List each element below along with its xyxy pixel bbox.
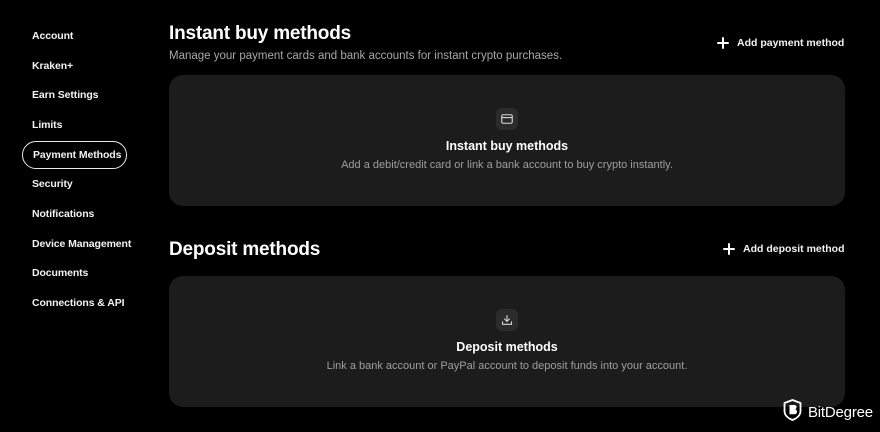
sidebar-item-connections-api[interactable]: Connections & API xyxy=(22,289,142,319)
sidebar-item-limits[interactable]: Limits xyxy=(22,111,142,141)
sidebar-item-security[interactable]: Security xyxy=(22,170,142,200)
instant-buy-card-text: Add a debit/credit card or link a bank a… xyxy=(341,159,673,171)
download-icon xyxy=(496,309,518,331)
instant-buy-title: Instant buy methods xyxy=(169,23,351,44)
plus-icon xyxy=(717,37,729,49)
instant-buy-card-title: Instant buy methods xyxy=(445,139,569,153)
add-payment-method-button[interactable]: Add payment method xyxy=(717,37,844,49)
sidebar-item-earn-settings[interactable]: Earn Settings xyxy=(22,81,142,111)
sidebar-item-kraken-plus[interactable]: Kraken+ xyxy=(22,52,142,82)
plus-icon xyxy=(723,243,735,255)
sidebar-item-account[interactable]: Account xyxy=(22,22,142,52)
deposit-methods-empty-card: Deposit methods Link a bank account or P… xyxy=(169,276,845,407)
sidebar-item-payment-methods[interactable]: Payment Methods xyxy=(22,141,127,170)
instant-buy-empty-card: Instant buy methods Add a debit/credit c… xyxy=(169,75,845,206)
add-deposit-method-button[interactable]: Add deposit method xyxy=(723,243,845,255)
sidebar-item-device-management[interactable]: Device Management xyxy=(22,230,142,260)
deposit-card-text: Link a bank account or PayPal account to… xyxy=(326,360,688,372)
bitdegree-wordmark: BitDegree xyxy=(808,404,873,421)
credit-card-icon xyxy=(496,108,518,130)
bitdegree-watermark: BitDegree xyxy=(783,399,873,426)
instant-buy-subtitle: Manage your payment cards and bank accou… xyxy=(169,50,563,62)
add-deposit-method-label: Add deposit method xyxy=(743,243,845,255)
deposit-card-title: Deposit methods xyxy=(456,340,558,354)
sidebar-item-documents[interactable]: Documents xyxy=(22,259,142,289)
add-payment-method-label: Add payment method xyxy=(737,37,845,49)
sidebar-item-notifications[interactable]: Notifications xyxy=(22,200,142,230)
bitdegree-logo-icon xyxy=(783,399,802,426)
settings-sidebar: Account Kraken+ Earn Settings Limits Pay… xyxy=(22,22,142,318)
deposit-methods-title: Deposit methods xyxy=(169,239,321,260)
